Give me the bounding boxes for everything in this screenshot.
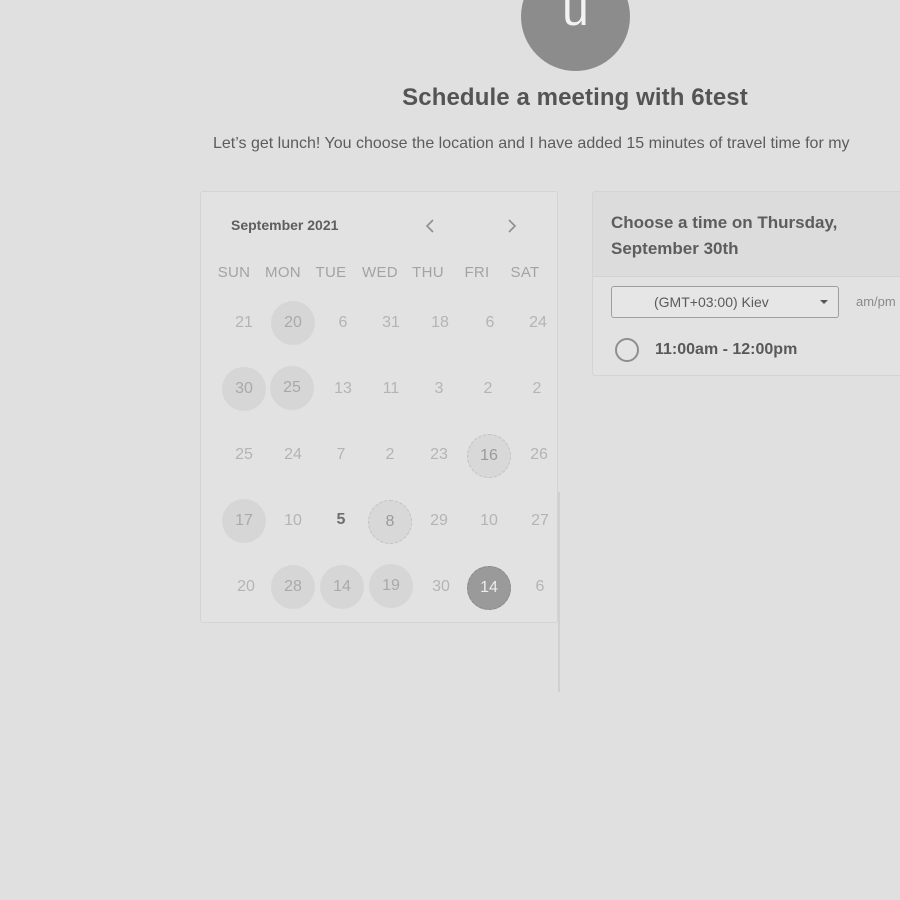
weekday-header-wed: WED [362, 264, 398, 281]
calendar-day: 30 [432, 578, 450, 595]
weekday-header-tue: TUE [315, 264, 347, 281]
calendar-day: 13 [334, 380, 352, 397]
meeting-description: Let’s get lunch! You choose the location… [213, 135, 850, 152]
calendar-day: 31 [382, 314, 400, 331]
weekday-header-mon: MON [265, 264, 301, 281]
next-month-button[interactable] [499, 214, 523, 238]
calendar-day-today: 5 [336, 511, 346, 528]
chevron-left-icon [425, 219, 434, 233]
calendar-month-label: September 2021 [231, 217, 339, 233]
weekday-header-thu: THU [412, 264, 444, 281]
calendar-day: 21 [235, 314, 253, 331]
calendar-day-available[interactable]: 25 [270, 366, 314, 410]
time-slot-label: 11:00am - 12:00pm [655, 341, 798, 358]
calendar-day-selected[interactable]: 14 [467, 566, 511, 610]
time-selection-panel: Choose a time on Thursday, September 30t… [592, 191, 900, 376]
time-panel-header: Choose a time on Thursday, September 30t… [593, 192, 900, 277]
timezone-value: (GMT+03:00) Kiev [654, 294, 769, 310]
calendar-day: 26 [530, 446, 548, 463]
calendar-day-available[interactable]: 8 [368, 500, 412, 544]
calendar-day: 24 [529, 314, 547, 331]
page-title: Schedule a meeting with 6test [402, 84, 748, 111]
calendar-day: 18 [431, 314, 449, 331]
calendar-day: 7 [336, 446, 346, 463]
calendar-day: 27 [531, 512, 549, 529]
calendar-day: 10 [284, 512, 302, 529]
chevron-right-icon [508, 219, 517, 233]
calendar-card: September 2021 SUN MON TUE WED THU FRI S… [200, 191, 560, 692]
calendar-day-available[interactable]: 20 [271, 301, 315, 345]
weekday-header-sat: SAT [510, 264, 540, 281]
calendar-day-available[interactable]: 14 [320, 565, 364, 609]
calendar-day: 6 [338, 314, 348, 331]
calendar-day: 24 [284, 446, 302, 463]
calendar-day: 2 [483, 380, 493, 397]
time-format-toggle[interactable]: am/pm [856, 294, 896, 309]
calendar-day: 2 [385, 446, 395, 463]
calendar-scroll-edge [558, 492, 560, 692]
calendar-day: 25 [235, 446, 253, 463]
calendar-day: 6 [485, 314, 495, 331]
calendar-day: 11 [382, 380, 400, 397]
calendar-day-available[interactable]: 16 [467, 434, 511, 478]
avatar: u [521, 0, 630, 71]
calendar-day-available[interactable]: 28 [271, 565, 315, 609]
calendar-day-available[interactable]: 17 [222, 499, 266, 543]
calendar-day: 2 [532, 380, 542, 397]
radio-button[interactable] [615, 338, 639, 362]
weekday-header-fri: FRI [464, 264, 490, 281]
calendar-day: 10 [480, 512, 498, 529]
calendar-day: 3 [434, 380, 444, 397]
calendar-day-available[interactable]: 19 [369, 564, 413, 608]
selected-date-heading: Choose a time on Thursday, September 30t… [611, 213, 838, 258]
caret-down-icon [820, 300, 828, 304]
weekday-header-sun: SUN [217, 264, 251, 281]
timezone-dropdown[interactable]: (GMT+03:00) Kiev [611, 286, 839, 318]
calendar-day-available[interactable]: 30 [222, 367, 266, 411]
calendar-day: 29 [430, 512, 448, 529]
previous-month-button[interactable] [419, 214, 443, 238]
calendar-day: 23 [430, 446, 448, 463]
time-slot-option[interactable]: 11:00am - 12:00pm [593, 328, 900, 375]
scheduling-page: u Schedule a meeting with 6test Let’s ge… [0, 0, 900, 900]
calendar-day: 20 [237, 578, 255, 595]
calendar-day: 6 [535, 578, 545, 595]
